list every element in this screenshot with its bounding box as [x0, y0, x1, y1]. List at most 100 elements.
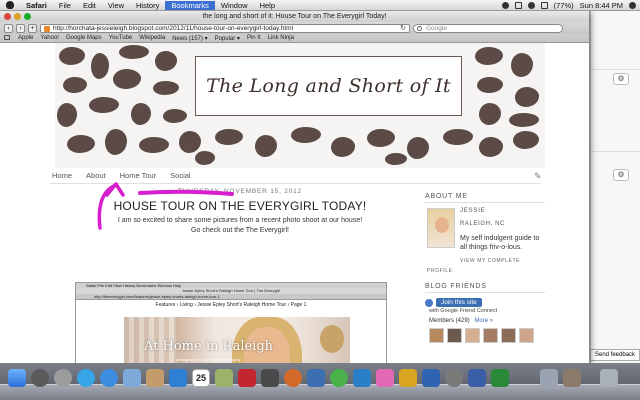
safari-window: the long and short of it: House Tour on … — [0, 11, 590, 363]
utility-icon[interactable] — [445, 369, 463, 387]
nav-home-tour[interactable]: Home Tour — [120, 171, 157, 183]
avatar[interactable] — [429, 328, 444, 343]
menu-edit[interactable]: Edit — [77, 1, 102, 10]
menu-help[interactable]: Help — [254, 1, 281, 10]
menu-window[interactable]: Window — [215, 1, 254, 10]
zoom-window-icon[interactable] — [24, 13, 31, 20]
downloads-stack-icon[interactable] — [540, 369, 558, 387]
view-profile-link[interactable]: VIEW MY COMPLETE — [460, 258, 520, 264]
embedded-breadcrumb: Features › Living › Jessie Epley Short's… — [155, 302, 307, 308]
calendar-icon[interactable]: 25 — [192, 369, 210, 387]
firefox-icon[interactable] — [284, 369, 302, 387]
outlook-icon[interactable] — [422, 369, 440, 387]
ical-icon[interactable] — [169, 369, 187, 387]
trash-icon[interactable] — [600, 369, 618, 387]
timemachine-icon[interactable] — [501, 2, 509, 9]
bookmark-news[interactable]: News (157) ▾ — [172, 35, 207, 42]
reload-icon[interactable]: ↻ — [400, 25, 406, 32]
wifi-icon[interactable] — [527, 2, 535, 9]
wrench-icon[interactable]: ✎ — [534, 171, 544, 181]
safari-icon[interactable] — [100, 369, 118, 387]
excel-icon[interactable] — [399, 369, 417, 387]
menu-bookmarks[interactable]: Bookmarks — [165, 0, 215, 10]
numbers-icon[interactable] — [491, 369, 509, 387]
menu-view[interactable]: View — [102, 1, 130, 10]
bookmark-popular[interactable]: Popular ▾ — [215, 35, 240, 42]
bookmark-youtube[interactable]: YouTube — [109, 35, 133, 41]
bookmarks-bar: Apple Yahoo! Google Maps YouTube Wikiped… — [0, 34, 589, 43]
avatar[interactable] — [483, 328, 498, 343]
bookmark-yahoo[interactable]: Yahoo! — [40, 35, 59, 41]
member-avatars — [429, 328, 541, 343]
forward-button[interactable]: › — [16, 23, 25, 33]
embedded-photo: At Home in Raleigh photography by Lyn Ko… — [124, 317, 350, 363]
search-field[interactable]: Google — [413, 23, 563, 33]
author-description: My self indulgent guide to all things fr… — [460, 235, 540, 251]
send-feedback-button[interactable]: Send feedback — [590, 349, 640, 361]
address-bar[interactable]: http://horchata-jessieleigh.blogspot.com… — [40, 23, 410, 33]
display-icon[interactable] — [514, 2, 522, 9]
word-icon[interactable] — [353, 369, 371, 387]
desktop: Safari File Edit View History Bookmarks … — [0, 0, 640, 400]
app-store-icon[interactable] — [77, 369, 95, 387]
profile-link[interactable]: PROFILE — [427, 268, 453, 274]
post-body-line: I am so excited to share some pictures f… — [117, 217, 363, 224]
bookmark-google-maps[interactable]: Google Maps — [66, 35, 102, 41]
join-site-button[interactable]: Join this site — [436, 298, 482, 307]
volume-icon[interactable] — [540, 2, 548, 9]
apple-menu-icon[interactable] — [6, 1, 14, 9]
iphoto-icon[interactable] — [215, 369, 233, 387]
skype-icon[interactable] — [330, 369, 348, 387]
embedded-screenshot: Safari File Edit View History Bookmarks … — [75, 282, 387, 363]
avatar[interactable] — [447, 328, 462, 343]
join-site-row: Join this site — [425, 298, 545, 307]
avatar[interactable] — [465, 328, 480, 343]
clock[interactable]: Sun 8:44 PM — [580, 1, 623, 10]
documents-stack-icon[interactable] — [563, 369, 581, 387]
reading-list-icon[interactable] — [4, 34, 11, 42]
menu-app[interactable]: Safari — [20, 1, 53, 10]
nav-social[interactable]: Social — [170, 171, 190, 183]
close-window-icon[interactable] — [4, 13, 11, 20]
blog-post: THURSDAY, NOVEMBER 15, 2012 HOUSE TOUR O… — [60, 188, 420, 236]
spotlight-icon[interactable] — [629, 2, 636, 9]
avatar[interactable] — [501, 328, 516, 343]
background-window: ⚙ ⚙ — [590, 11, 640, 367]
back-button[interactable]: ‹ — [4, 23, 13, 33]
post-body-line: Go check out the The Everygirl! — [191, 227, 289, 234]
post-title[interactable]: HOUSE TOUR ON THE EVERYGIRL TODAY! — [60, 199, 420, 213]
more-members-link[interactable]: More » — [474, 318, 493, 324]
network-icon[interactable] — [468, 369, 486, 387]
nav-home[interactable]: Home — [52, 171, 72, 183]
embedded-subcaption: photography by Lyn Ko Photography — [176, 357, 241, 362]
preview-icon[interactable] — [261, 369, 279, 387]
bookmark-apple[interactable]: Apple — [18, 35, 33, 41]
minimize-window-icon[interactable] — [14, 13, 21, 20]
dashboard-icon[interactable] — [31, 369, 49, 387]
itunes-icon[interactable] — [307, 369, 325, 387]
nav-about[interactable]: About — [86, 171, 106, 183]
gear-icon[interactable]: ⚙ — [613, 169, 629, 181]
add-bookmark-button[interactable]: + — [28, 23, 37, 33]
address-book-icon[interactable] — [146, 369, 164, 387]
menu-file[interactable]: File — [53, 1, 77, 10]
photo-booth-icon[interactable] — [238, 369, 256, 387]
web-page: The Long and Short of It Home About Home… — [0, 43, 589, 363]
url-text: http://horchata-jessieleigh.blogspot.com… — [53, 24, 294, 32]
battery-status[interactable]: (77%) — [554, 1, 574, 10]
finder-icon[interactable] — [8, 369, 26, 387]
gear-icon[interactable]: ⚙ — [613, 73, 629, 85]
powerpoint-icon[interactable] — [376, 369, 394, 387]
bookmark-link-ninja[interactable]: Link Ninja — [268, 35, 294, 41]
bookmark-wikipedia[interactable]: Wikipedia — [139, 35, 165, 41]
avatar[interactable] — [519, 328, 534, 343]
bookmark-pin-it[interactable]: Pin It — [247, 35, 261, 41]
mail-icon[interactable] — [123, 369, 141, 387]
author-photo[interactable] — [427, 208, 455, 248]
system-preferences-icon[interactable] — [54, 369, 72, 387]
about-section: JESSIE RALEIGH, NC My self indulgent gui… — [425, 208, 545, 278]
menu-history[interactable]: History — [130, 1, 165, 10]
author-name[interactable]: JESSIE — [460, 208, 485, 214]
members-row: Members (429) More » — [429, 318, 545, 324]
blog-title-box[interactable]: The Long and Short of It — [195, 56, 462, 116]
